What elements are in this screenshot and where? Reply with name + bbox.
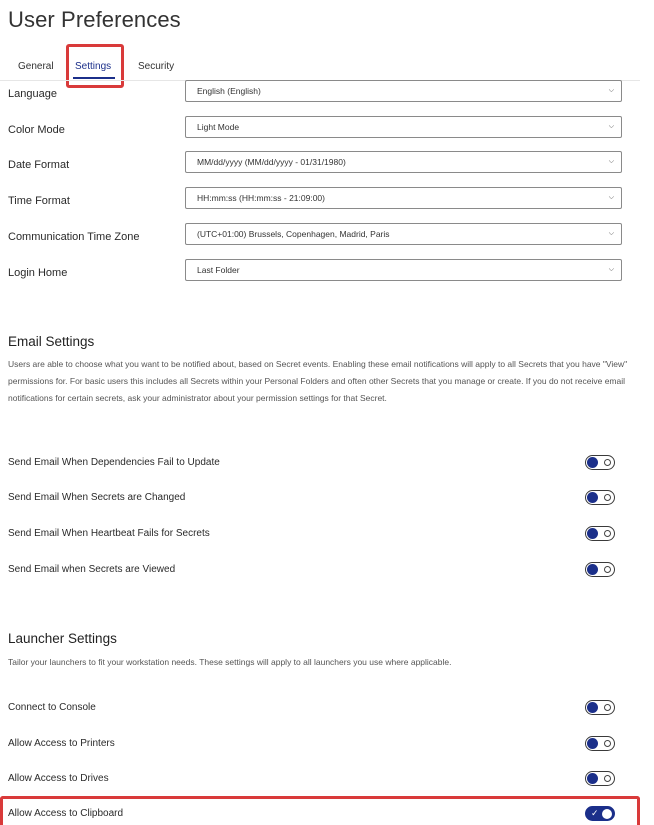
- toggle-knob: [587, 773, 598, 784]
- language-label: Language: [8, 88, 57, 100]
- email-dependencies-row: Send Email When Dependencies Fail to Upd…: [0, 451, 640, 475]
- toggle-knob: [587, 492, 598, 503]
- toggle-off-indicator: [604, 494, 611, 501]
- login-home-value: Last Folder: [197, 265, 240, 275]
- date-format-value: MM/dd/yyyy (MM/dd/yyyy - 01/31/1980): [197, 157, 346, 167]
- chevron-down-icon: ⌵: [608, 158, 614, 165]
- toggle-label: Allow Access to Drives: [8, 773, 109, 784]
- language-select[interactable]: English (English) ⌵: [185, 80, 622, 102]
- toggle-knob: [587, 528, 598, 539]
- toggle-off-indicator: [604, 530, 611, 537]
- launcher-console-row: Connect to Console: [0, 696, 640, 720]
- color-mode-row: Color Mode Light Mode ⌵: [0, 116, 640, 146]
- active-tab-indicator: [73, 77, 115, 79]
- email-dependencies-toggle[interactable]: [585, 455, 615, 470]
- check-icon: ✓: [591, 808, 599, 818]
- login-home-label: Login Home: [8, 267, 68, 279]
- toggle-knob: [587, 457, 598, 468]
- time-zone-label: Communication Time Zone: [8, 231, 140, 243]
- email-heartbeat-toggle[interactable]: [585, 526, 615, 541]
- email-heartbeat-row: Send Email When Heartbeat Fails for Secr…: [0, 522, 640, 546]
- date-format-select[interactable]: MM/dd/yyyy (MM/dd/yyyy - 01/31/1980) ⌵: [185, 151, 622, 173]
- page-title: User Preferences: [8, 7, 181, 32]
- launcher-clipboard-toggle[interactable]: ✓: [585, 806, 615, 821]
- time-zone-value: (UTC+01:00) Brussels, Copenhagen, Madrid…: [197, 229, 390, 239]
- time-format-value: HH:mm:ss (HH:mm:ss - 21:09:00): [197, 193, 325, 203]
- time-zone-select[interactable]: (UTC+01:00) Brussels, Copenhagen, Madrid…: [185, 223, 622, 245]
- time-format-label: Time Format: [8, 195, 70, 207]
- date-format-label: Date Format: [8, 159, 70, 171]
- toggle-knob: [602, 809, 612, 819]
- launcher-drives-row: Allow Access to Drives: [0, 767, 640, 791]
- login-home-select[interactable]: Last Folder ⌵: [185, 259, 622, 281]
- toggle-label: Send Email When Heartbeat Fails for Secr…: [8, 528, 210, 539]
- email-secrets-changed-row: Send Email When Secrets are Changed: [0, 486, 640, 510]
- toggle-off-indicator: [604, 740, 611, 747]
- toggle-label: Send Email when Secrets are Viewed: [8, 564, 176, 575]
- toggle-knob: [587, 738, 598, 749]
- launcher-settings-title: Launcher Settings: [8, 631, 117, 646]
- language-value: English (English): [197, 86, 261, 96]
- email-settings-title: Email Settings: [8, 334, 95, 349]
- time-format-select[interactable]: HH:mm:ss (HH:mm:ss - 21:09:00) ⌵: [185, 187, 622, 209]
- color-mode-select[interactable]: Light Mode ⌵: [185, 116, 622, 138]
- toggle-label: Connect to Console: [8, 702, 96, 713]
- language-row: Language English (English) ⌵: [0, 80, 640, 110]
- chevron-down-icon: ⌵: [608, 266, 614, 273]
- toggle-off-indicator: [604, 459, 611, 466]
- launcher-drives-toggle[interactable]: [585, 771, 615, 786]
- chevron-down-icon: ⌵: [608, 87, 614, 94]
- toggle-label: Send Email When Dependencies Fail to Upd…: [8, 457, 220, 468]
- date-format-row: Date Format MM/dd/yyyy (MM/dd/yyyy - 01/…: [0, 151, 640, 181]
- tab-security[interactable]: Security: [138, 61, 174, 72]
- chevron-down-icon: ⌵: [608, 230, 614, 237]
- toggle-off-indicator: [604, 566, 611, 573]
- toggle-off-indicator: [604, 775, 611, 782]
- time-format-row: Time Format HH:mm:ss (HH:mm:ss - 21:09:0…: [0, 187, 640, 217]
- chevron-down-icon: ⌵: [608, 194, 614, 201]
- toggle-label: Allow Access to Printers: [8, 738, 115, 749]
- toggle-knob: [587, 564, 598, 575]
- email-secrets-viewed-row: Send Email when Secrets are Viewed: [0, 558, 640, 582]
- toggle-off-indicator: [604, 704, 611, 711]
- launcher-settings-description: Tailor your launchers to fit your workst…: [8, 657, 452, 667]
- toggle-knob: [587, 702, 598, 713]
- chevron-down-icon: ⌵: [608, 123, 614, 130]
- color-mode-label: Color Mode: [8, 124, 65, 136]
- email-secrets-changed-toggle[interactable]: [585, 490, 615, 505]
- launcher-printers-toggle[interactable]: [585, 736, 615, 751]
- color-mode-value: Light Mode: [197, 122, 240, 132]
- tab-general[interactable]: General: [18, 61, 54, 72]
- launcher-console-toggle[interactable]: [585, 700, 615, 715]
- launcher-printers-row: Allow Access to Printers: [0, 732, 640, 756]
- email-settings-description: Users are able to choose what you want t…: [8, 359, 628, 403]
- time-zone-row: Communication Time Zone (UTC+01:00) Brus…: [0, 223, 640, 253]
- login-home-row: Login Home Last Folder ⌵: [0, 259, 640, 289]
- email-secrets-viewed-toggle[interactable]: [585, 562, 615, 577]
- toggle-label: Send Email When Secrets are Changed: [8, 492, 186, 503]
- toggle-label: Allow Access to Clipboard: [8, 808, 124, 819]
- tab-settings[interactable]: Settings: [75, 61, 111, 72]
- launcher-clipboard-row: Allow Access to Clipboard ✓: [0, 802, 640, 825]
